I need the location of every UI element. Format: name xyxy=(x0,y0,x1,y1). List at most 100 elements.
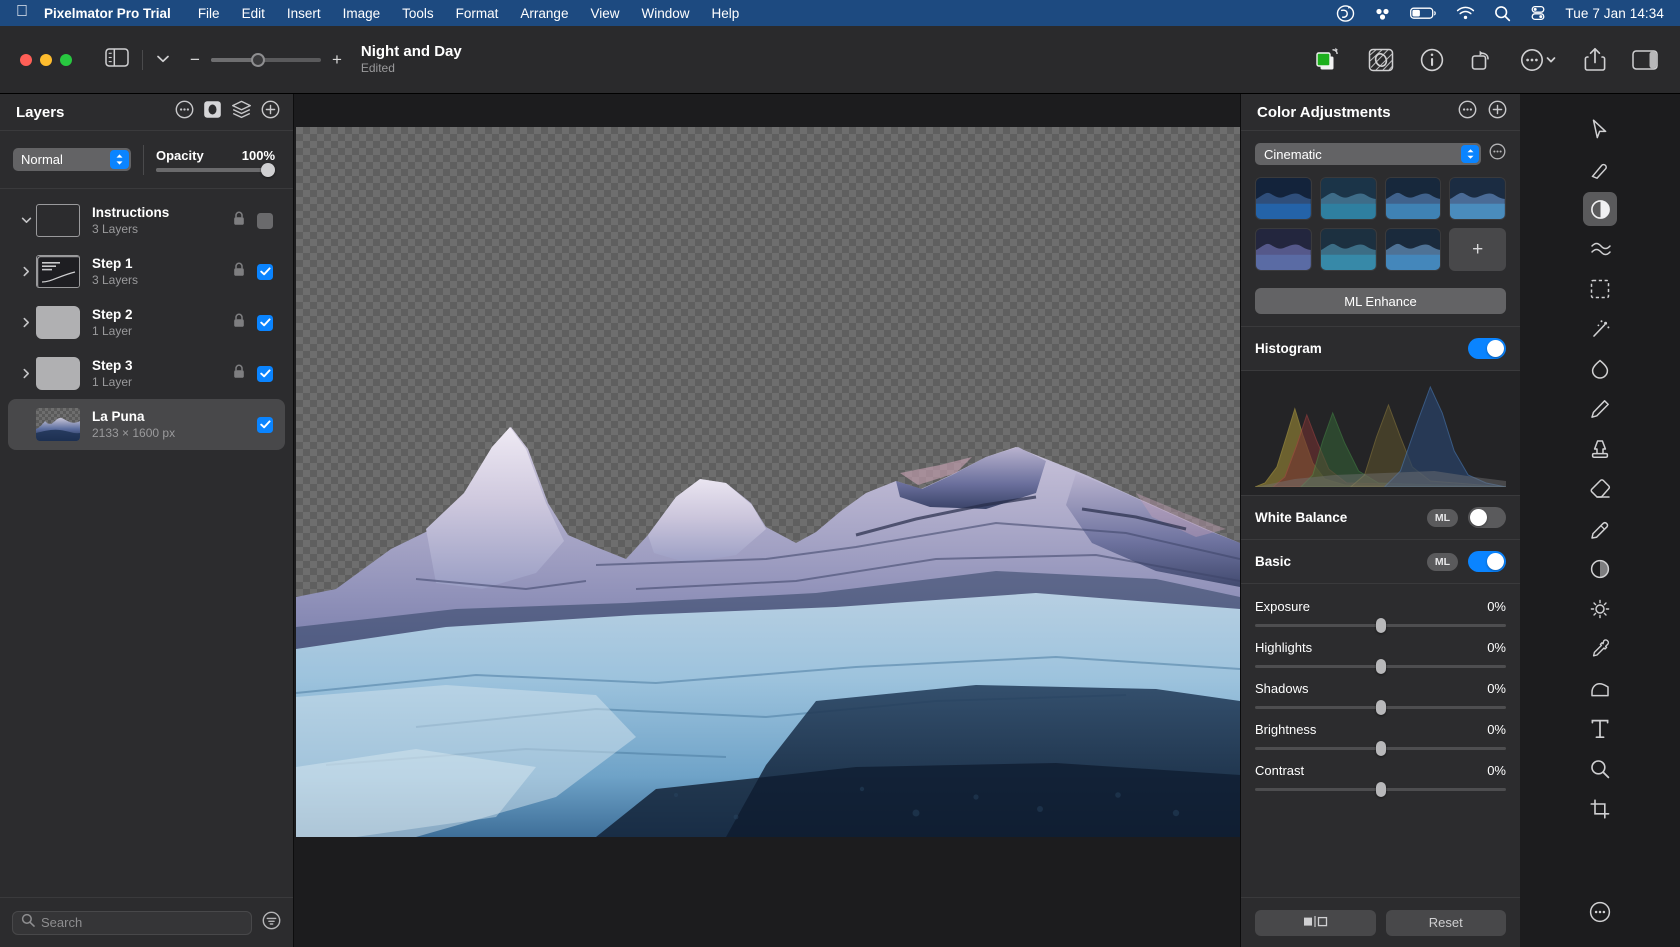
menu-item-tools[interactable]: Tools xyxy=(391,6,445,21)
chevron-right-icon[interactable] xyxy=(16,266,36,277)
slider-knob[interactable] xyxy=(1376,700,1386,715)
zoom-out-button[interactable]: − xyxy=(190,51,200,68)
shape-tool[interactable] xyxy=(1583,672,1617,706)
slider-track[interactable] xyxy=(1255,788,1506,791)
menu-item-app-name[interactable]: Pixelmator Pro Trial xyxy=(44,6,187,21)
more-options-icon[interactable] xyxy=(1520,48,1558,72)
preset-thumbnail[interactable] xyxy=(1255,228,1312,271)
layer-visibility-checkbox[interactable] xyxy=(257,366,273,382)
slider-track[interactable] xyxy=(1255,706,1506,709)
zoom-in-button[interactable]: + xyxy=(332,51,342,68)
layer-row[interactable]: La Puna 2133 × 1600 px xyxy=(8,399,285,450)
menu-item-file[interactable]: File xyxy=(187,6,231,21)
slider-knob[interactable] xyxy=(1376,659,1386,674)
mask-icon[interactable] xyxy=(203,100,222,124)
lock-icon[interactable] xyxy=(233,211,245,231)
menu-item-edit[interactable]: Edit xyxy=(231,6,276,21)
opacity-slider-knob[interactable] xyxy=(261,163,275,177)
color-picker-icon[interactable] xyxy=(1314,47,1342,73)
preset-more-options-icon[interactable] xyxy=(1489,143,1506,165)
right-sidebar-icon[interactable] xyxy=(1632,50,1658,70)
menu-item-insert[interactable]: Insert xyxy=(276,6,332,21)
layer-row[interactable]: Instructions 3 Layers xyxy=(8,195,285,246)
document-canvas[interactable] xyxy=(296,127,1240,837)
lock-icon[interactable] xyxy=(233,364,245,384)
document-title-group[interactable]: Night and Day Edited xyxy=(361,43,462,76)
layers-stack-icon[interactable] xyxy=(231,100,252,124)
lock-icon[interactable] xyxy=(233,313,245,333)
slider-track[interactable] xyxy=(1255,665,1506,668)
ml-badge[interactable]: ML xyxy=(1427,509,1458,527)
preset-select[interactable]: Cinematic xyxy=(1255,143,1481,165)
preset-thumbnail[interactable] xyxy=(1385,177,1442,220)
white-balance-toggle[interactable] xyxy=(1468,507,1506,528)
filter-icon[interactable] xyxy=(262,911,281,935)
battery-icon[interactable] xyxy=(1410,6,1437,20)
preset-stepper-icon[interactable] xyxy=(1461,145,1479,163)
opacity-slider[interactable] xyxy=(156,168,275,172)
menu-item-view[interactable]: View xyxy=(579,6,630,21)
more-options-icon[interactable] xyxy=(1458,100,1477,124)
magic-wand-tool[interactable] xyxy=(1583,312,1617,346)
eraser-tool[interactable] xyxy=(1583,472,1617,506)
eyedropper-tool[interactable] xyxy=(1583,632,1617,666)
layer-visibility-checkbox[interactable] xyxy=(257,315,273,331)
creative-cloud-icon[interactable] xyxy=(1336,5,1355,22)
chevron-right-icon[interactable] xyxy=(16,317,36,328)
preset-thumbnail[interactable] xyxy=(1255,177,1312,220)
menu-item-format[interactable]: Format xyxy=(445,6,510,21)
effects-tool[interactable] xyxy=(1583,232,1617,266)
crop-tool[interactable] xyxy=(1583,792,1617,826)
menubar-datetime[interactable]: Tue 7 Jan 14:34 xyxy=(1565,6,1664,21)
layer-row[interactable]: Step 1 3 Layers xyxy=(8,246,285,297)
chevron-right-icon[interactable] xyxy=(16,368,36,379)
zoom-slider-knob[interactable] xyxy=(251,53,265,67)
text-tool[interactable] xyxy=(1583,712,1617,746)
spotlight-search-icon[interactable] xyxy=(1494,5,1511,22)
ml-enhance-button[interactable]: ML Enhance xyxy=(1255,288,1506,314)
slider-track[interactable] xyxy=(1255,747,1506,750)
layer-visibility-checkbox[interactable] xyxy=(257,417,273,433)
smudge-tool[interactable] xyxy=(1583,512,1617,546)
layer-row[interactable]: Step 2 1 Layer xyxy=(8,297,285,348)
layer-visibility-checkbox[interactable] xyxy=(257,213,273,229)
menu-item-window[interactable]: Window xyxy=(630,6,700,21)
rectangular-marquee-tool[interactable] xyxy=(1583,272,1617,306)
apple-logo-icon[interactable]:  xyxy=(16,4,28,20)
chevron-down-icon[interactable] xyxy=(16,216,36,225)
more-options-icon[interactable] xyxy=(175,100,194,124)
arrow-select-tool[interactable] xyxy=(1583,112,1617,146)
histogram-toggle[interactable] xyxy=(1468,338,1506,359)
blur-tool[interactable] xyxy=(1583,552,1617,586)
slider-knob[interactable] xyxy=(1376,782,1386,797)
add-adjustment-icon[interactable] xyxy=(1488,100,1507,124)
color-adjustments-tool[interactable] xyxy=(1583,192,1617,226)
zoom-button[interactable] xyxy=(60,54,72,66)
slider-knob[interactable] xyxy=(1376,618,1386,633)
sidebar-toggle-icon[interactable] xyxy=(105,48,129,72)
reset-button[interactable]: Reset xyxy=(1386,910,1507,936)
menu-item-help[interactable]: Help xyxy=(701,6,751,21)
basic-toggle[interactable] xyxy=(1468,551,1506,572)
canvas-area[interactable] xyxy=(294,94,1240,947)
add-layer-icon[interactable] xyxy=(261,100,280,124)
wifi-icon[interactable] xyxy=(1456,6,1475,20)
dodge-burn-tool[interactable] xyxy=(1583,592,1617,626)
rotate-icon[interactable] xyxy=(1470,48,1494,72)
layer-visibility-checkbox[interactable] xyxy=(257,264,273,280)
compare-button[interactable] xyxy=(1255,910,1376,936)
clone-stamp-tool[interactable] xyxy=(1583,432,1617,466)
control-center-icon[interactable] xyxy=(1530,5,1546,21)
ml-badge[interactable]: ML xyxy=(1427,553,1458,571)
info-icon[interactable] xyxy=(1420,48,1444,72)
search-input[interactable]: Search xyxy=(12,911,252,935)
preset-thumbnail[interactable] xyxy=(1320,228,1377,271)
lock-icon[interactable] xyxy=(233,262,245,282)
share-icon[interactable] xyxy=(1584,47,1606,72)
preset-thumbnail[interactable] xyxy=(1385,228,1442,271)
menu-item-image[interactable]: Image xyxy=(332,6,392,21)
zoom-slider[interactable] xyxy=(211,58,321,62)
close-button[interactable] xyxy=(20,54,32,66)
blend-mode-stepper-icon[interactable] xyxy=(110,150,129,169)
minimize-button[interactable] xyxy=(40,54,52,66)
